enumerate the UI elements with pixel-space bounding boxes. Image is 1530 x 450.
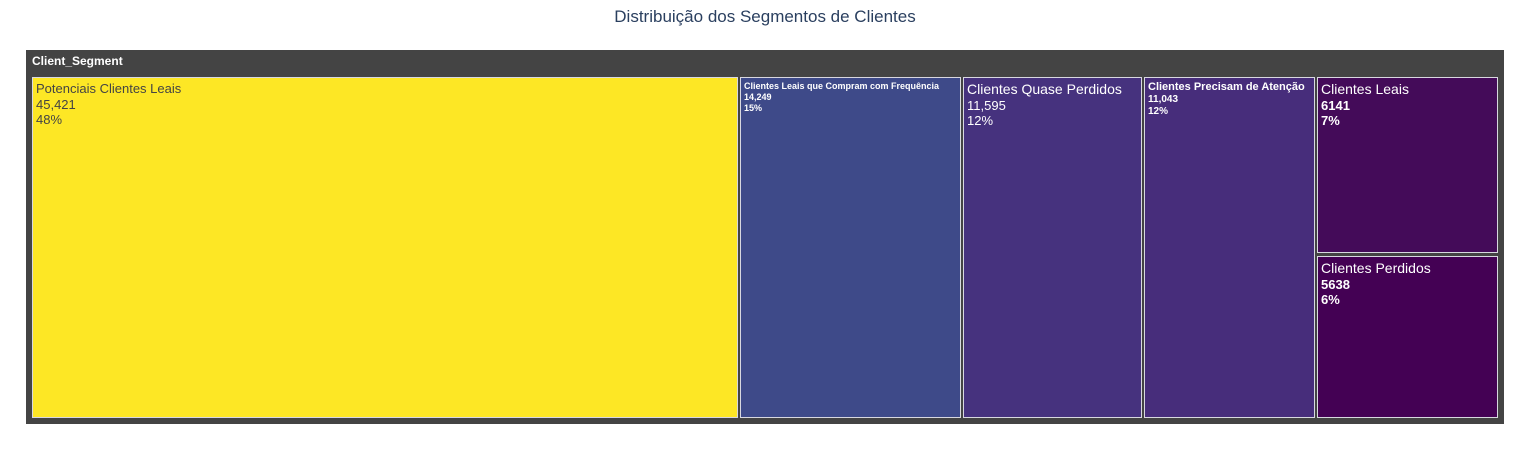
tile-value: 14,249 — [744, 91, 772, 102]
treemap-tile[interactable]: Clientes Precisam de Atenção 11,043 12% — [1144, 77, 1315, 418]
tile-value: 6141 — [1321, 97, 1350, 113]
tile-label: Clientes Quase Perdidos — [967, 81, 1122, 97]
treemap-tile[interactable]: Clientes Perdidos 5638 6% — [1317, 256, 1498, 418]
tile-value: 11,595 — [967, 97, 1006, 113]
treemap-tile[interactable]: Potenciais Clientes Leais 45,421 48% — [32, 77, 738, 418]
tile-label: Potenciais Clientes Leais — [36, 81, 182, 96]
tile-label: Clientes Leais — [1321, 81, 1409, 97]
tile-percent: 6% — [1321, 292, 1340, 308]
tile-label: Clientes Perdidos — [1321, 260, 1431, 276]
tile-percent: 7% — [1321, 113, 1340, 129]
tile-value: 45,421 — [36, 96, 76, 112]
treemap-root[interactable]: Client_Segment Potenciais Clientes Leais… — [26, 50, 1504, 424]
tile-percent: 12% — [967, 113, 994, 129]
treemap-tile[interactable]: Clientes Quase Perdidos 11,595 12% — [963, 77, 1142, 418]
tile-percent: 15% — [744, 102, 763, 113]
tile-label: Clientes Leais que Compram com Frequênci… — [744, 81, 940, 91]
tile-label: Clientes Precisam de Atenção — [1148, 81, 1305, 93]
treemap-tile[interactable]: Clientes Leais que Compram com Frequênci… — [740, 77, 961, 418]
treemap-tile[interactable]: Clientes Leais 6141 7% — [1317, 77, 1498, 253]
tile-percent: 12% — [1148, 106, 1169, 118]
tile-value: 5638 — [1321, 276, 1350, 292]
tile-value: 11,043 — [1148, 94, 1179, 106]
chart-title: Distribuição dos Segmentos de Clientes — [614, 7, 916, 26]
root-label: Client_Segment — [32, 54, 123, 68]
tile-percent: 48% — [36, 112, 63, 128]
